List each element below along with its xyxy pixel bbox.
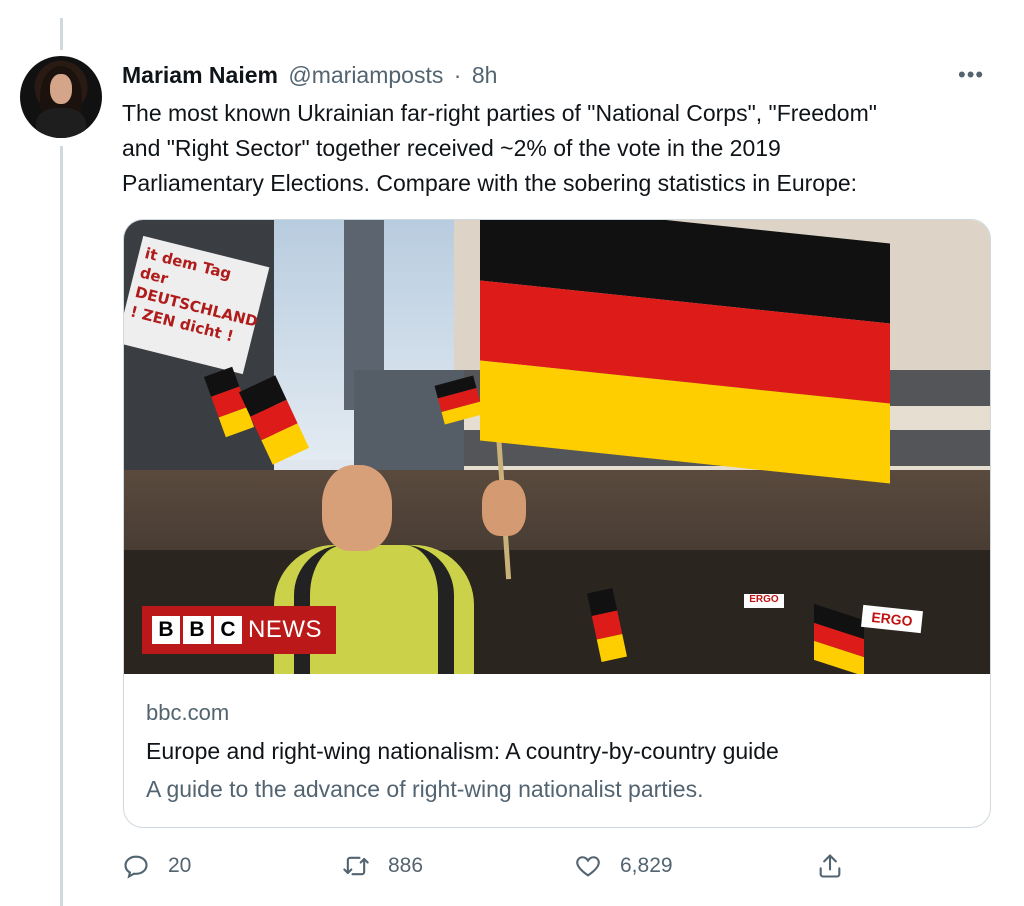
tweet-text: The most known Ukrainian far-right parti… [122, 96, 1002, 201]
bbc-letter: C [214, 616, 242, 644]
german-flag [480, 220, 890, 484]
retweet-button[interactable]: 886 [342, 846, 423, 886]
tweet-text-line: and "Right Sector" together received ~2%… [122, 135, 781, 161]
tweet-text-line: The most known Ukrainian far-right parti… [122, 100, 877, 126]
bbc-letter: B [152, 616, 180, 644]
card-image[interactable]: it dem Tag der DEUTSCHLAND ! ZEN dicht !… [124, 220, 990, 674]
bbc-news-logo: B B C NEWS [142, 606, 336, 654]
share-button[interactable] [816, 846, 862, 886]
reply-icon [124, 855, 148, 879]
avatar[interactable] [20, 56, 102, 138]
author-handle[interactable]: @mariamposts [288, 62, 443, 88]
like-icon [576, 856, 600, 877]
tweet-header: Mariam Naiem @mariamposts · 8h [122, 60, 497, 90]
card-description: A guide to the advance of right-wing nat… [146, 776, 704, 802]
bbc-news-label: NEWS [248, 616, 322, 643]
reply-count: 20 [168, 854, 192, 877]
tweet-timestamp[interactable]: 8h [472, 62, 498, 88]
tweet-actions: 20 886 6,829 [122, 846, 862, 886]
tweet-text-line: Parliamentary Elections. Compare with th… [122, 170, 858, 196]
link-preview-card[interactable]: it dem Tag der DEUTSCHLAND ! ZEN dicht !… [123, 219, 991, 828]
separator-dot: · [453, 62, 462, 88]
ergo-sign: ERGO [744, 594, 784, 608]
thread-line-top [60, 18, 63, 50]
retweet-count: 886 [388, 854, 424, 877]
retweet-icon [343, 856, 369, 876]
thread-line-bottom [60, 146, 63, 906]
like-button[interactable]: 6,829 [574, 846, 673, 886]
more-options-icon[interactable]: ••• [958, 60, 984, 90]
share-icon [819, 854, 841, 878]
card-title[interactable]: Europe and right-wing nationalism: A cou… [146, 738, 779, 765]
like-count: 6,829 [620, 854, 673, 877]
bbc-letter: B [183, 616, 211, 644]
author-name[interactable]: Mariam Naiem [122, 62, 278, 88]
card-domain: bbc.com [146, 700, 230, 725]
reply-button[interactable]: 20 [122, 846, 191, 886]
